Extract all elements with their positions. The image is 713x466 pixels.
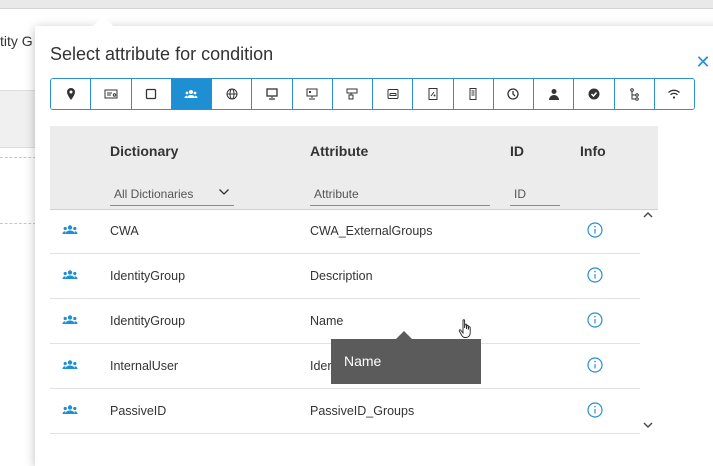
tooltip-arrow	[396, 331, 412, 339]
tooltip: Name	[331, 339, 481, 384]
row-dictionary: PassiveID	[110, 404, 167, 418]
desktop-monitor-icon	[266, 88, 278, 100]
info-icon[interactable]	[587, 222, 603, 238]
row-attribute: Ider	[310, 359, 332, 373]
tab-endpoint[interactable]	[252, 79, 293, 109]
tab-inbox[interactable]	[373, 79, 414, 109]
column-header-attribute[interactable]: Attribute	[310, 143, 368, 159]
attribute-list: CWA CWA_ExternalGroups IdentityGroup Des…	[50, 209, 640, 434]
globe-icon	[226, 88, 238, 100]
table-row[interactable]: CWA CWA_ExternalGroups	[50, 209, 640, 254]
info-icon[interactable]	[587, 402, 603, 418]
column-header-dictionary[interactable]: Dictionary	[110, 143, 178, 159]
monitor-id-icon	[306, 88, 318, 100]
scroll-down-icon[interactable]	[643, 421, 653, 432]
background-divider	[0, 157, 36, 158]
tab-network-device[interactable]	[332, 79, 373, 109]
tab-square[interactable]	[131, 79, 172, 109]
network-device-icon	[346, 88, 358, 100]
row-dictionary: IdentityGroup	[110, 269, 186, 283]
close-icon[interactable]: ✕	[695, 53, 711, 71]
certificate-icon	[428, 88, 438, 100]
user-group-icon	[62, 270, 78, 279]
tab-compliance[interactable]	[574, 79, 615, 109]
dictionary-type-tabs	[50, 78, 695, 110]
id-card-icon	[104, 89, 118, 99]
clock-icon	[507, 88, 520, 100]
tab-hierarchy[interactable]	[614, 79, 655, 109]
location-pin-icon	[66, 88, 75, 100]
user-group-icon	[62, 405, 78, 414]
column-header-info: Info	[580, 143, 606, 159]
chevron-down-icon	[218, 186, 230, 201]
row-dictionary: CWA	[110, 224, 139, 238]
info-icon[interactable]	[587, 357, 603, 373]
table-row[interactable]: PassiveID PassiveID_Groups	[50, 389, 640, 434]
user-group-icon	[62, 225, 78, 234]
background-divider	[0, 223, 36, 224]
tab-identity-group[interactable]	[171, 79, 212, 109]
user-group-icon	[62, 360, 78, 369]
user-group-icon	[62, 315, 78, 324]
check-badge-icon	[588, 88, 600, 100]
tab-monitor-id[interactable]	[292, 79, 333, 109]
info-icon[interactable]	[587, 267, 603, 283]
info-icon[interactable]	[587, 312, 603, 328]
background-partial-text: tity G	[0, 33, 33, 49]
background-strip	[0, 90, 40, 148]
row-attribute: CWA_ExternalGroups	[310, 224, 433, 238]
row-attribute: Name	[310, 314, 344, 328]
hierarchy-icon	[630, 88, 639, 101]
tab-time[interactable]	[493, 79, 534, 109]
dictionary-filter-value: All Dictionaries	[114, 187, 194, 201]
filter-row: All Dictionaries Attribute ID	[50, 176, 658, 210]
tab-certificate[interactable]	[413, 79, 454, 109]
tab-location[interactable]	[51, 79, 92, 109]
user-icon	[548, 89, 559, 100]
table-row[interactable]: IdentityGroup Name	[50, 299, 640, 344]
tab-server[interactable]	[453, 79, 494, 109]
table-row[interactable]: IdentityGroup Description	[50, 254, 640, 299]
wifi-icon	[668, 89, 681, 99]
square-icon	[145, 88, 157, 100]
tab-globe[interactable]	[212, 79, 253, 109]
tooltip-text: Name	[344, 353, 382, 369]
inbox-icon	[387, 89, 399, 99]
attribute-filter-input[interactable]: Attribute	[310, 186, 490, 206]
row-attribute: PassiveID_Groups	[310, 404, 415, 418]
dialog-title: Select attribute for condition	[50, 44, 274, 64]
table-header: Dictionary Attribute ID Info	[50, 126, 658, 176]
user-group-icon	[184, 90, 198, 98]
tab-user[interactable]	[534, 79, 575, 109]
row-dictionary: IdentityGroup	[110, 314, 186, 328]
column-header-id[interactable]: ID	[510, 143, 524, 159]
scroll-up-icon[interactable]	[643, 211, 653, 222]
hand-cursor-icon	[458, 319, 471, 338]
background-top-bar	[0, 0, 713, 9]
dictionary-filter-select[interactable]: All Dictionaries	[110, 186, 234, 206]
server-icon	[469, 88, 477, 100]
attribute-filter-placeholder: Attribute	[314, 187, 359, 201]
row-attribute: Description	[310, 269, 373, 283]
attribute-selector-dialog: Select attribute for condition ✕ Diction…	[35, 16, 713, 466]
dialog-caret	[93, 16, 113, 26]
id-filter-placeholder: ID	[514, 187, 526, 201]
tab-id-card[interactable]	[91, 79, 132, 109]
id-filter-input[interactable]: ID	[510, 186, 560, 206]
row-dictionary: InternalUser	[110, 359, 179, 373]
tab-wireless[interactable]	[654, 79, 694, 109]
